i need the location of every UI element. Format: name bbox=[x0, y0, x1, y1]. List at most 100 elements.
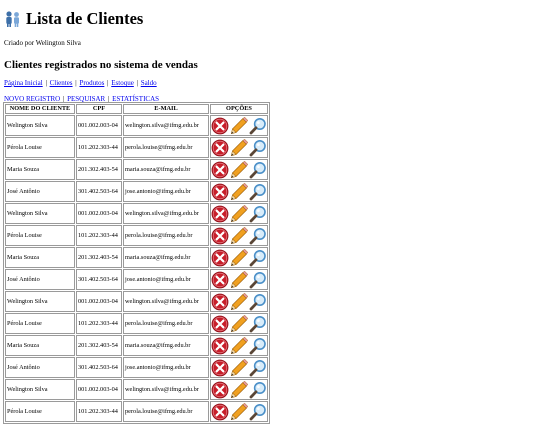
edit-pencil-icon[interactable] bbox=[230, 270, 248, 289]
table-row: José Antônio 301.402.503-64 jose.antonio… bbox=[5, 357, 268, 378]
view-magnifier-icon[interactable] bbox=[249, 205, 267, 223]
view-magnifier-icon[interactable] bbox=[249, 315, 267, 333]
author-credit: Criado por Welington Silva bbox=[4, 39, 81, 47]
delete-icon[interactable] bbox=[211, 139, 229, 157]
cell-cpf: 201.302.403-54 bbox=[76, 159, 122, 180]
table-row: Maria Souza 201.302.403-54 maria.souza@i… bbox=[5, 335, 268, 356]
delete-icon[interactable] bbox=[211, 381, 229, 399]
table-row: Maria Souza 201.302.403-54 maria.souza@i… bbox=[5, 159, 268, 180]
delete-icon[interactable] bbox=[211, 117, 229, 135]
cell-cpf: 301.402.503-64 bbox=[76, 357, 122, 378]
cell-email: maria.souza@ifmg.edu.br bbox=[123, 247, 209, 268]
people-icon bbox=[4, 10, 22, 28]
cell-options bbox=[210, 379, 268, 400]
cell-options bbox=[210, 115, 268, 136]
view-magnifier-icon[interactable] bbox=[249, 381, 267, 399]
delete-icon[interactable] bbox=[211, 293, 229, 311]
delete-icon[interactable] bbox=[211, 359, 229, 377]
view-magnifier-icon[interactable] bbox=[249, 227, 267, 245]
cell-client-name: Pérola Louise bbox=[5, 225, 75, 246]
nav-separator: | bbox=[107, 79, 109, 87]
view-magnifier-icon[interactable] bbox=[249, 403, 267, 421]
cell-email: welington.silva@ifmg.edu.br bbox=[123, 203, 209, 224]
cell-options bbox=[210, 335, 268, 356]
cell-cpf: 201.302.403-54 bbox=[76, 247, 122, 268]
view-magnifier-icon[interactable] bbox=[249, 337, 267, 355]
view-magnifier-icon[interactable] bbox=[249, 161, 267, 179]
edit-pencil-icon[interactable] bbox=[230, 138, 248, 157]
edit-pencil-icon[interactable] bbox=[230, 160, 248, 179]
cell-client-name: Welington Silva bbox=[5, 203, 75, 224]
nav-link-clients[interactable]: Clientes bbox=[50, 79, 73, 87]
cell-email: maria.souza@ifmg.edu.br bbox=[123, 335, 209, 356]
delete-icon[interactable] bbox=[211, 183, 229, 201]
view-magnifier-icon[interactable] bbox=[249, 183, 267, 201]
header-client-name: NOME DO CLIENTE bbox=[5, 104, 75, 114]
cell-email: welington.silva@ifmg.edu.br bbox=[123, 379, 209, 400]
edit-pencil-icon[interactable] bbox=[230, 314, 248, 333]
cell-options bbox=[210, 159, 268, 180]
edit-pencil-icon[interactable] bbox=[230, 182, 248, 201]
table-row: Welington Silva 001.002.003-04 welington… bbox=[5, 203, 268, 224]
edit-pencil-icon[interactable] bbox=[230, 248, 248, 267]
cell-options bbox=[210, 137, 268, 158]
delete-icon[interactable] bbox=[211, 337, 229, 355]
cell-cpf: 001.002.003-04 bbox=[76, 115, 122, 136]
view-magnifier-icon[interactable] bbox=[249, 139, 267, 157]
cell-options bbox=[210, 357, 268, 378]
row-actions bbox=[211, 226, 267, 245]
table-row: Pérola Louise 101.202.303-44 perola.loui… bbox=[5, 225, 268, 246]
table-body: Welington Silva 001.002.003-04 welington… bbox=[5, 115, 268, 422]
view-magnifier-icon[interactable] bbox=[249, 117, 267, 135]
view-magnifier-icon[interactable] bbox=[249, 249, 267, 267]
edit-pencil-icon[interactable] bbox=[230, 226, 248, 245]
nav-separator: | bbox=[75, 79, 77, 87]
edit-pencil-icon[interactable] bbox=[230, 292, 248, 311]
cell-options bbox=[210, 313, 268, 334]
table-header-row: NOME DO CLIENTE CPF E-MAIL OPÇÕES bbox=[5, 104, 268, 114]
delete-icon[interactable] bbox=[211, 205, 229, 223]
nav-link-home[interactable]: Página Inicial bbox=[4, 79, 43, 87]
cell-client-name: Welington Silva bbox=[5, 379, 75, 400]
cell-options bbox=[210, 401, 268, 422]
row-actions bbox=[211, 248, 267, 267]
cell-client-name: Maria Souza bbox=[5, 335, 75, 356]
edit-pencil-icon[interactable] bbox=[230, 336, 248, 355]
edit-pencil-icon[interactable] bbox=[230, 402, 248, 421]
nav-link-stock[interactable]: Estoque bbox=[111, 79, 134, 87]
delete-icon[interactable] bbox=[211, 249, 229, 267]
cell-cpf: 101.202.303-44 bbox=[76, 313, 122, 334]
nav-separator: | bbox=[45, 79, 47, 87]
delete-icon[interactable] bbox=[211, 161, 229, 179]
cell-client-name: José Antônio bbox=[5, 181, 75, 202]
cell-email: jose.antonio@ifmg.edu.br bbox=[123, 181, 209, 202]
cell-email: welington.silva@ifmg.edu.br bbox=[123, 291, 209, 312]
nav-link-balance[interactable]: Saldo bbox=[141, 79, 157, 87]
table-row: Welington Silva 001.002.003-04 welington… bbox=[5, 379, 268, 400]
nav-separator: | bbox=[136, 79, 138, 87]
edit-pencil-icon[interactable] bbox=[230, 116, 248, 135]
table-row: Welington Silva 001.002.003-04 welington… bbox=[5, 291, 268, 312]
delete-icon[interactable] bbox=[211, 315, 229, 333]
nav-link-products[interactable]: Produtos bbox=[79, 79, 104, 87]
row-actions bbox=[211, 358, 267, 377]
cell-options bbox=[210, 247, 268, 268]
cell-cpf: 301.402.503-64 bbox=[76, 181, 122, 202]
cell-client-name: Pérola Louise bbox=[5, 137, 75, 158]
view-magnifier-icon[interactable] bbox=[249, 359, 267, 377]
cell-cpf: 001.002.003-04 bbox=[76, 379, 122, 400]
row-actions bbox=[211, 336, 267, 355]
view-magnifier-icon[interactable] bbox=[249, 271, 267, 289]
edit-pencil-icon[interactable] bbox=[230, 358, 248, 377]
view-magnifier-icon[interactable] bbox=[249, 293, 267, 311]
edit-pencil-icon[interactable] bbox=[230, 380, 248, 399]
cell-email: perola.louise@ifmg.edu.br bbox=[123, 137, 209, 158]
cell-client-name: Maria Souza bbox=[5, 247, 75, 268]
delete-icon[interactable] bbox=[211, 271, 229, 289]
delete-icon[interactable] bbox=[211, 403, 229, 421]
cell-options bbox=[210, 203, 268, 224]
edit-pencil-icon[interactable] bbox=[230, 204, 248, 223]
cell-cpf: 101.202.303-44 bbox=[76, 401, 122, 422]
delete-icon[interactable] bbox=[211, 227, 229, 245]
row-actions bbox=[211, 160, 267, 179]
